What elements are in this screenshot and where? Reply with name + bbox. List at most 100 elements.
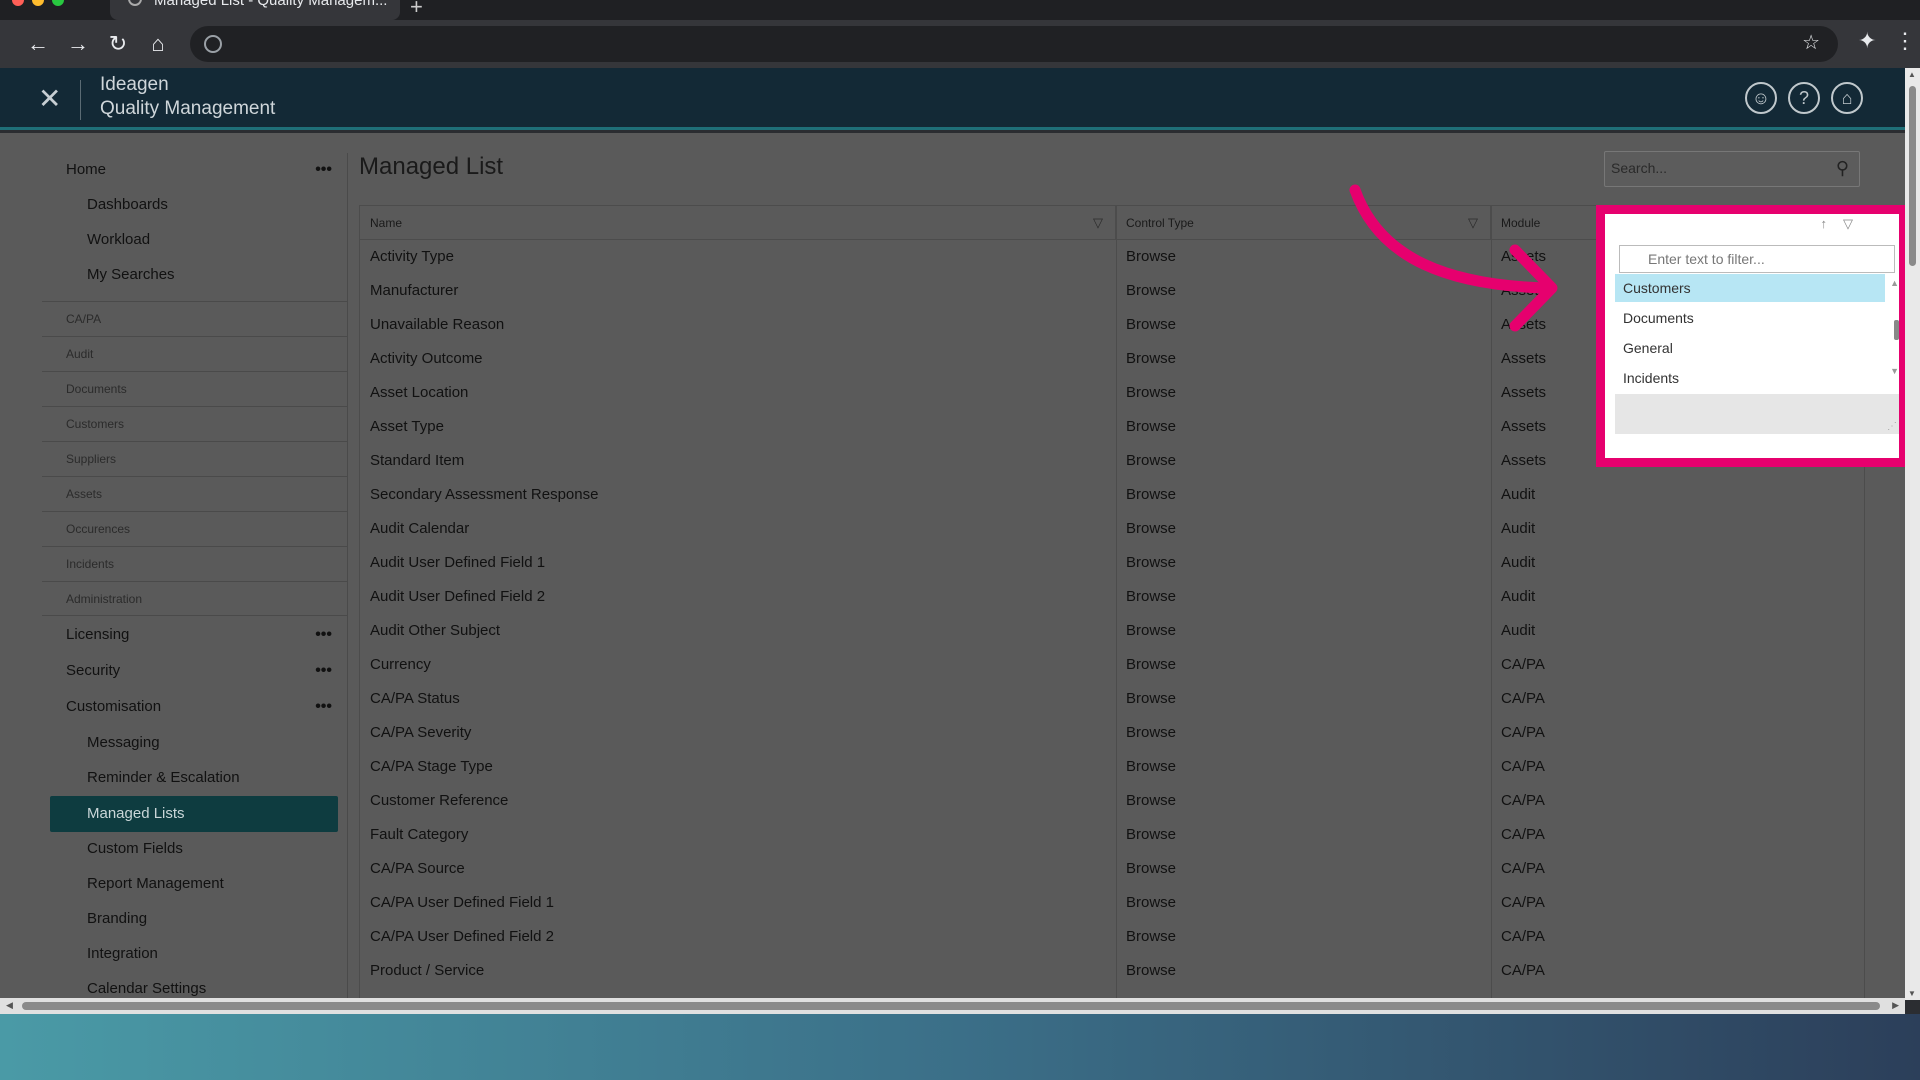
more-options-icon[interactable]: •••: [315, 689, 332, 725]
browser-toolbar: ← → ↻ ⌂ ☆ ✦ ⋮: [0, 20, 1920, 68]
browser-tab[interactable]: Managed List - Quality Managem...: [110, 0, 400, 20]
sidebar-item-report-management[interactable]: Report Management: [42, 866, 348, 901]
table-row[interactable]: CA/PA Status Browse CA/PA: [360, 682, 1864, 716]
sidebar-section-documents[interactable]: Documents: [42, 371, 348, 406]
option-customers[interactable]: Customers: [1615, 274, 1885, 302]
scroll-down-icon[interactable]: ▼: [1908, 989, 1916, 998]
search-box[interactable]: ⚲: [1604, 151, 1860, 187]
filter-text-input[interactable]: [1619, 245, 1895, 273]
sidebar-item-security[interactable]: Security •••: [42, 653, 348, 689]
bookmark-star-icon[interactable]: ☆: [1802, 30, 1820, 55]
cell-name: CA/PA Source: [370, 860, 465, 877]
new-tab-icon[interactable]: +: [410, 0, 423, 20]
annotation-arrow-icon: [1349, 184, 1558, 332]
extensions-icon[interactable]: ✦: [1858, 28, 1876, 54]
sidebar-item-label: Customisation: [66, 698, 162, 715]
sidebar-item-home[interactable]: Home •••: [42, 153, 348, 187]
back-icon[interactable]: ←: [22, 28, 54, 60]
sidebar-item-workload[interactable]: Workload: [42, 222, 348, 257]
page-title: Managed List: [359, 153, 504, 180]
reload-icon[interactable]: ↻: [102, 28, 134, 60]
sidebar-item-licensing[interactable]: Licensing •••: [42, 617, 348, 653]
close-window-dot[interactable]: [12, 0, 24, 6]
filter-icon[interactable]: ▽: [1843, 216, 1853, 232]
table-row[interactable]: Audit User Defined Field 2 Browse Audit: [360, 580, 1864, 614]
sidebar-item-messaging[interactable]: Messaging: [42, 725, 348, 760]
table-row[interactable]: Audit Other Subject Browse Audit: [360, 614, 1864, 648]
cell-module: Audit: [1501, 520, 1536, 537]
sidebar-item-reminder-escalation[interactable]: Reminder & Escalation: [42, 760, 348, 795]
background-gradient: [0, 1014, 1920, 1080]
sidebar-item-label: Suppliers: [66, 452, 117, 466]
filter-icon[interactable]: ▽: [1093, 206, 1103, 240]
sidebar-section-occurences[interactable]: Occurences: [42, 511, 348, 546]
scroll-right-icon[interactable]: ▶: [1892, 1000, 1899, 1011]
forward-icon[interactable]: →: [62, 28, 94, 60]
maximize-window-dot[interactable]: [52, 0, 64, 6]
sidebar-section-assets[interactable]: Assets: [42, 476, 348, 511]
option-general[interactable]: General: [1615, 334, 1885, 362]
browser-menu-icon[interactable]: ⋮: [1894, 28, 1916, 54]
address-bar[interactable]: ☆: [190, 26, 1838, 62]
more-options-icon[interactable]: •••: [315, 153, 332, 187]
table-row[interactable]: Audit User Defined Field 1 Browse Audit: [360, 546, 1864, 580]
sidebar-item-branding[interactable]: Branding: [42, 901, 348, 936]
sidebar-section-incidents[interactable]: Incidents: [42, 546, 348, 581]
search-icon[interactable]: ⚲: [1836, 158, 1849, 179]
scroll-down-icon[interactable]: ▼: [1890, 366, 1899, 376]
list-scrollbar-thumb[interactable]: [1894, 320, 1899, 340]
resize-grip-icon[interactable]: ⋰: [1887, 421, 1897, 432]
sidebar-section-customers[interactable]: Customers: [42, 406, 348, 441]
cell-name: Currency: [370, 656, 431, 673]
sidebar-item-custom-fields[interactable]: Custom Fields: [42, 831, 348, 866]
sidebar-item-label: My Searches: [87, 266, 175, 283]
sidebar-section-suppliers[interactable]: Suppliers: [42, 441, 348, 476]
scroll-up-icon[interactable]: ▲: [1908, 70, 1916, 79]
search-input[interactable]: [1611, 160, 1821, 176]
table-row[interactable]: CA/PA User Defined Field 1 Browse CA/PA: [360, 886, 1864, 920]
option-incidents[interactable]: Incidents: [1615, 364, 1885, 392]
close-icon[interactable]: ✕: [38, 82, 61, 115]
table-row[interactable]: CA/PA Stage Type Browse CA/PA: [360, 750, 1864, 784]
sort-ascending-icon[interactable]: ↑: [1821, 216, 1828, 231]
page-vertical-scrollbar[interactable]: ▲ ▼: [1905, 68, 1920, 1000]
cell-module: Audit: [1501, 554, 1536, 571]
table-row[interactable]: CA/PA Source Browse CA/PA: [360, 852, 1864, 886]
table-row[interactable]: Currency Browse CA/PA: [360, 648, 1864, 682]
sidebar-section-capa[interactable]: CA/PA: [42, 301, 348, 336]
table-row[interactable]: Audit Calendar Browse Audit: [360, 512, 1864, 546]
scrollbar-thumb[interactable]: [1909, 86, 1916, 266]
scroll-up-icon[interactable]: ▲: [1890, 278, 1899, 288]
table-row[interactable]: Secondary Assessment Response Browse Audit: [360, 478, 1864, 512]
home-icon[interactable]: ⌂: [142, 28, 174, 60]
table-row[interactable]: Customer Reference Browse CA/PA: [360, 784, 1864, 818]
table-row[interactable]: CA/PA Severity Browse CA/PA: [360, 716, 1864, 750]
site-info-icon[interactable]: [204, 35, 222, 53]
table-row[interactable]: Fault Category Browse CA/PA: [360, 818, 1864, 852]
sidebar-item-customisation[interactable]: Customisation •••: [42, 689, 348, 725]
option-documents[interactable]: Documents: [1615, 304, 1885, 332]
more-options-icon[interactable]: •••: [315, 617, 332, 653]
user-profile-icon[interactable]: ☺: [1745, 82, 1777, 114]
help-icon[interactable]: ?: [1788, 82, 1820, 114]
module-filter-popup: ↑ ▽ Customers Documents General Incident…: [1596, 205, 1908, 467]
sidebar-item-calendar-settings[interactable]: Calendar Settings: [42, 971, 348, 1000]
minimize-window-dot[interactable]: [32, 0, 44, 6]
sidebar-section-audit[interactable]: Audit: [42, 336, 348, 371]
sidebar-item-managed-lists-text[interactable]: Managed Lists: [42, 796, 348, 831]
cell-name: CA/PA User Defined Field 1: [370, 894, 554, 911]
more-options-icon[interactable]: •••: [315, 653, 332, 689]
sidebar-item-dashboards[interactable]: Dashboards: [42, 187, 348, 222]
column-header-name[interactable]: Name ▽: [360, 206, 1116, 240]
cell-module: CA/PA: [1501, 962, 1545, 979]
cell-control-type: Browse: [1126, 588, 1177, 605]
page-horizontal-scrollbar[interactable]: ◀ ▶: [0, 998, 1905, 1014]
scroll-left-icon[interactable]: ◀: [6, 1000, 13, 1011]
sidebar-item-my-searches[interactable]: My Searches: [42, 257, 348, 292]
home-page-icon[interactable]: ⌂: [1831, 82, 1863, 114]
sidebar-section-administration[interactable]: Administration: [42, 581, 348, 616]
table-row[interactable]: CA/PA User Defined Field 2 Browse CA/PA: [360, 920, 1864, 954]
scrollbar-thumb[interactable]: [22, 1002, 1880, 1010]
sidebar-item-integration[interactable]: Integration: [42, 936, 348, 971]
table-row[interactable]: Product / Service Browse CA/PA: [360, 954, 1864, 988]
